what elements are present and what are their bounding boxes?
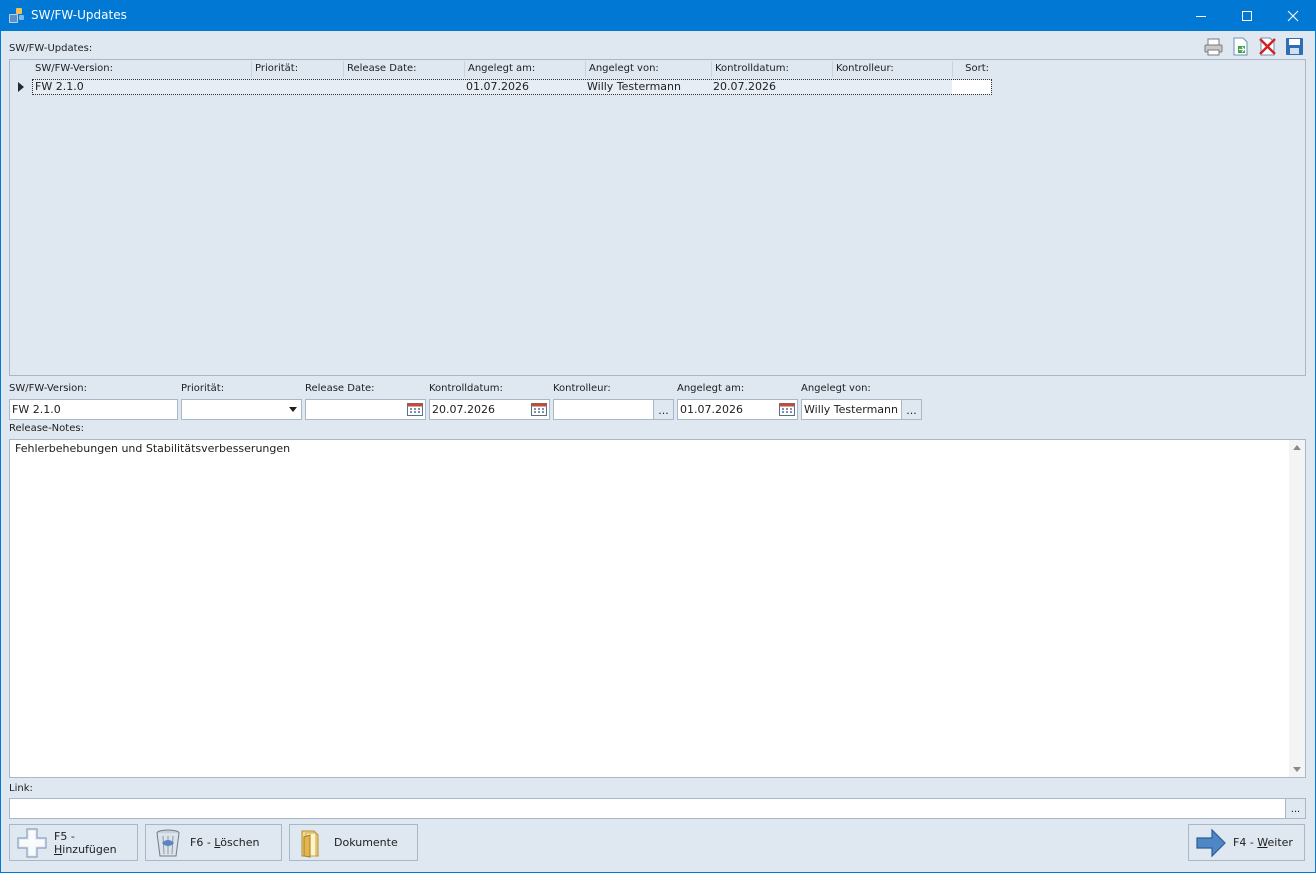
kontrolldatum-input[interactable]: 20.07.2026 <box>429 399 550 420</box>
cell-kontrolleur <box>832 80 952 94</box>
prioritaet-select[interactable] <box>181 399 302 420</box>
calendar-icon[interactable] <box>405 400 425 419</box>
export-icon[interactable] <box>1230 36 1251 57</box>
window-client-area: SW/FW-Updates: SW/FW-Version: Priorität:… <box>1 31 1315 872</box>
calendar-icon[interactable] <box>777 400 797 419</box>
minimize-icon <box>1196 15 1206 17</box>
column-header[interactable]: Release Date: <box>344 61 465 77</box>
angelegt-am-label: Angelegt am: <box>677 383 745 394</box>
angelegt-von-label: Angelegt von: <box>801 383 871 394</box>
column-header[interactable]: Sort: <box>953 61 992 77</box>
version-input[interactable]: FW 2.1.0 <box>9 399 178 420</box>
calendar-icon[interactable] <box>529 400 549 419</box>
release-notes-textarea[interactable]: Fehlerbehebungen und Stabilitätsverbesse… <box>9 439 1306 778</box>
save-icon[interactable] <box>1284 36 1305 57</box>
cell-version: FW 2.1.0 <box>35 80 84 93</box>
documents-button-label: Dokumente <box>334 836 398 849</box>
column-header[interactable]: Priorität: <box>252 61 344 77</box>
column-header[interactable]: Kontrolleur: <box>833 61 953 77</box>
arrow-right-icon <box>1196 828 1226 857</box>
row-selector-icon <box>18 82 24 92</box>
add-button-label: F5 - Hinzufügen <box>54 829 117 856</box>
list-toolbar <box>1203 36 1305 57</box>
kontrolleur-input[interactable]: ... <box>553 399 674 420</box>
angelegt-am-input[interactable]: 01.07.2026 <box>677 399 798 420</box>
column-header[interactable]: Angelegt von: <box>586 61 712 77</box>
release-date-input[interactable] <box>305 399 426 420</box>
dropdown-arrow-icon[interactable] <box>284 400 301 419</box>
cell-angelegt-von: Willy Testermann <box>587 80 681 93</box>
kontrolldatum-label: Kontrolldatum: <box>429 383 503 394</box>
kontrolleur-label: Kontrolleur: <box>553 383 611 394</box>
window-title: SW/FW-Updates <box>31 8 127 22</box>
cell-prioritaet <box>251 80 343 94</box>
column-header[interactable]: SW/FW-Version: <box>32 61 252 77</box>
add-plus-icon <box>17 827 47 858</box>
maximize-button[interactable] <box>1224 0 1270 31</box>
row-cells: FW 2.1.0 01.07.2026 Willy Testermann 20.… <box>32 79 992 95</box>
app-icon <box>9 8 24 23</box>
delete-icon[interactable] <box>1257 36 1278 57</box>
minimize-button[interactable] <box>1178 0 1224 31</box>
maximize-icon <box>1242 10 1252 21</box>
release-notes-label: Release-Notes: <box>9 423 84 434</box>
close-button[interactable] <box>1270 0 1316 31</box>
grid-header: SW/FW-Version: Priorität: Release Date: … <box>32 61 992 77</box>
link-input[interactable]: ... <box>9 798 1306 819</box>
folder-icon <box>301 830 319 858</box>
delete-button-label: F6 - Löschen <box>190 836 260 849</box>
column-header[interactable]: Kontrolldatum: <box>712 61 833 77</box>
next-button-label: F4 - Weiter <box>1233 836 1293 849</box>
next-button[interactable]: F4 - Weiter <box>1188 824 1305 861</box>
kontrolleur-browse-button[interactable]: ... <box>653 400 673 419</box>
cell-sort <box>952 80 991 94</box>
add-button[interactable]: F5 - Hinzufügen <box>9 824 138 861</box>
close-icon <box>1287 10 1299 21</box>
prioritaet-label: Priorität: <box>181 383 225 394</box>
cell-release-date <box>343 80 464 94</box>
trash-icon <box>156 829 180 856</box>
column-header[interactable]: Angelegt am: <box>465 61 586 77</box>
delete-button[interactable]: F6 - Löschen <box>145 824 282 861</box>
version-value: FW 2.1.0 <box>12 403 61 416</box>
table-row[interactable]: FW 2.1.0 01.07.2026 Willy Testermann 20.… <box>11 79 992 95</box>
printer-icon[interactable] <box>1203 36 1224 57</box>
angelegt-am-value: 01.07.2026 <box>680 403 743 416</box>
version-label: SW/FW-Version: <box>9 383 88 394</box>
documents-button[interactable]: Dokumente <box>289 824 418 861</box>
title-bar: SW/FW-Updates <box>0 0 1316 31</box>
scrollbar[interactable] <box>1289 440 1305 777</box>
link-browse-button[interactable]: ... <box>1285 799 1305 818</box>
kontrolldatum-value: 20.07.2026 <box>432 403 495 416</box>
angelegt-von-browse-button[interactable]: ... <box>901 400 921 419</box>
list-label: SW/FW-Updates: <box>9 43 93 54</box>
angelegt-von-value: Willy Testermann <box>804 403 898 416</box>
updates-grid[interactable]: SW/FW-Version: Priorität: Release Date: … <box>9 59 1306 376</box>
cell-kontrolldatum: 20.07.2026 <box>713 80 776 93</box>
cell-angelegt-am: 01.07.2026 <box>466 80 529 93</box>
release-date-label: Release Date: <box>305 383 375 394</box>
link-label: Link: <box>9 783 33 794</box>
angelegt-von-input[interactable]: Willy Testermann ... <box>801 399 922 420</box>
release-notes-text: Fehlerbehebungen und Stabilitätsverbesse… <box>15 442 291 455</box>
